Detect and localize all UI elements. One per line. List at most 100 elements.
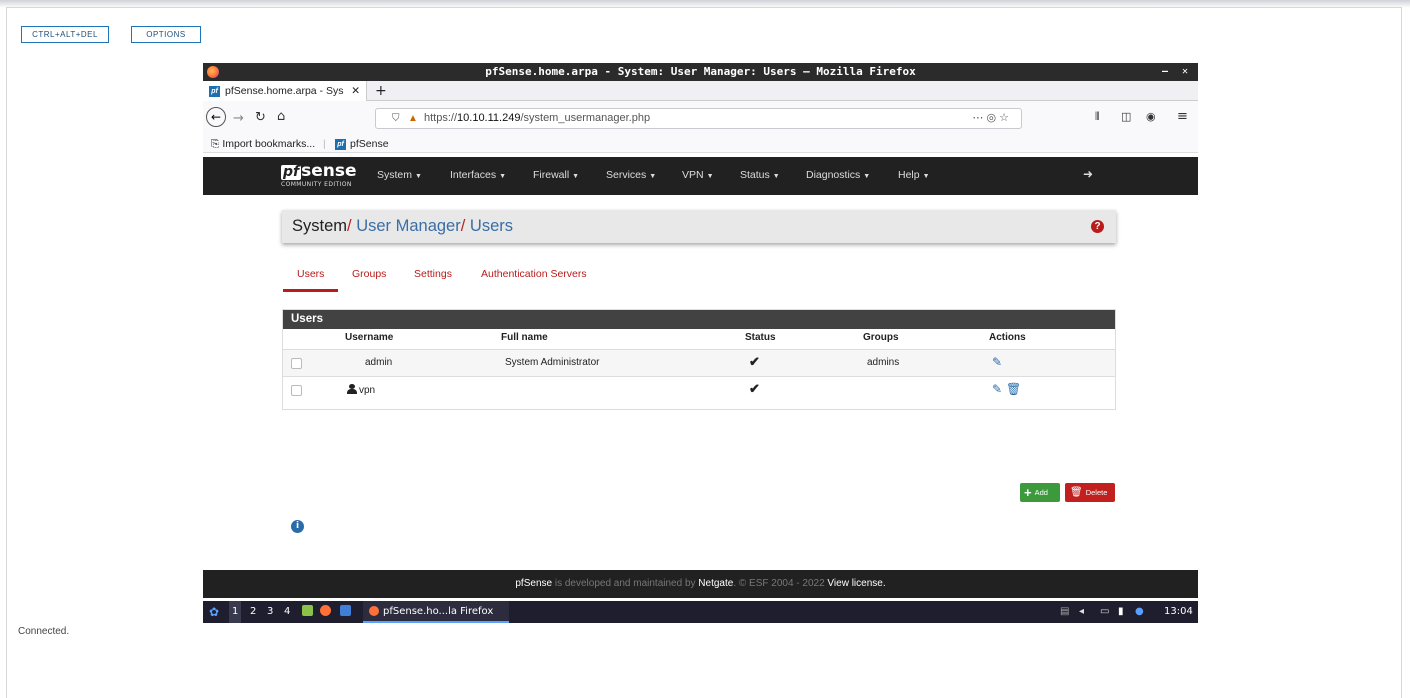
menu-interfaces[interactable]: Interfaces ▼ (450, 169, 506, 181)
menu-services[interactable]: Services ▼ (606, 169, 656, 181)
column-username: Username (345, 332, 394, 343)
pfsense-navbar: pf sense COMMUNITY EDITION System ▼ Interf… (203, 157, 1198, 195)
home-icon[interactable]: ⌂ (277, 109, 285, 124)
tray-display-icon[interactable]: ▭ (1100, 601, 1109, 623)
sidebar-icon[interactable]: ◫ (1121, 110, 1131, 123)
column-full-name: Full name (501, 332, 548, 343)
firefox-icon (207, 66, 219, 78)
workspace-3[interactable]: 3 (267, 601, 273, 623)
import-bookmarks-link[interactable]: ⎘ Import bookmarks... (211, 135, 315, 153)
bookmark-divider: | (323, 138, 326, 150)
row-checkbox[interactable] (291, 385, 302, 396)
status-check-icon: ✔ (749, 381, 760, 396)
edit-pencil-icon[interactable]: ✎ (992, 382, 1002, 396)
help-icon[interactable]: ? (1091, 220, 1104, 233)
tab-strip: pf pfSense.home.arpa - Sys ✕ + (203, 81, 1198, 101)
tab-authentication-servers[interactable]: Authentication Servers (481, 268, 587, 280)
footer-brand: pfSense (515, 578, 553, 589)
column-actions: Actions (989, 332, 1026, 343)
firefox-launcher-icon[interactable] (320, 601, 331, 623)
info-icon[interactable]: i (291, 520, 304, 533)
clock: 13:04 (1164, 606, 1193, 617)
workspace-2[interactable]: 2 (250, 601, 256, 623)
pfsense-bookmark-icon: pf (335, 139, 346, 150)
edit-pencil-icon[interactable]: ✎ (992, 355, 1002, 369)
add-user-button[interactable]: + Add (1020, 483, 1060, 502)
tray-notes-icon[interactable]: ▮ (1118, 601, 1124, 623)
library-icon[interactable]: ⫴ (1095, 110, 1100, 124)
footer: pfSense is developed and maintained by N… (203, 570, 1198, 598)
full-name-cell: System Administrator (505, 357, 600, 368)
workspace-1[interactable]: 1 (229, 601, 242, 623)
tray-updates-icon[interactable]: ● (1135, 601, 1144, 623)
browser-tab-title: pfSense.home.arpa - Sys (225, 85, 344, 97)
bookmarks-bar: ⎘ Import bookmarks... | pf pfSense (203, 135, 1198, 153)
tab-groups[interactable]: Groups (352, 268, 386, 280)
workspace-4[interactable]: 4 (284, 601, 290, 623)
tray-volume-icon[interactable]: ◂ (1079, 601, 1084, 623)
menu-status[interactable]: Status ▼ (740, 169, 780, 181)
row-checkbox[interactable] (291, 358, 302, 369)
trash-icon: 🗑 (1070, 487, 1083, 498)
browser-toolbar: ← → ↻ ⌂ ⛉ ▲ https://10.10.11.249/system_… (203, 101, 1198, 137)
reload-icon[interactable]: ↻ (255, 110, 266, 125)
menu-diagnostics[interactable]: Diagnostics ▼ (806, 169, 870, 181)
account-icon[interactable]: ◉ (1146, 110, 1156, 123)
menu-firewall[interactable]: Firewall ▼ (533, 169, 579, 181)
menu-icon[interactable]: ≡ (1177, 109, 1188, 124)
firefox-task-button[interactable]: pfSense.ho...la Firefox (363, 601, 509, 623)
status-check-icon: ✔ (749, 354, 760, 369)
table-row: vpn ✔ ✎ 🗑 (283, 376, 1115, 403)
plus-icon: + (1024, 485, 1032, 500)
users-panel: Users Username Full name Status Groups A… (282, 309, 1116, 410)
main-content: System/ User Manager/ Users ? Users Grou… (203, 195, 1198, 570)
tab-users[interactable]: Users (297, 268, 324, 280)
url-bar[interactable]: ⛉ ▲ https://10.10.11.249/system_usermana… (375, 108, 1022, 129)
pfsense-bookmark-link[interactable]: pfSense (350, 135, 389, 153)
options-button[interactable]: OPTIONS (131, 26, 201, 43)
active-tab-indicator (283, 289, 338, 292)
users-panel-heading: Users (283, 310, 1115, 329)
window-controls[interactable]: – ✕ (1162, 63, 1192, 81)
url-text: https://10.10.11.249/system_usermanager.… (424, 112, 651, 124)
tab-settings[interactable]: Settings (414, 268, 452, 280)
pfsense-favicon-icon: pf (209, 86, 220, 97)
netgate-link[interactable]: Netgate (698, 578, 733, 589)
username-cell: vpn (347, 384, 375, 396)
breadcrumb-user-manager[interactable]: User Manager (356, 217, 461, 235)
pfsense-logo[interactable]: pf sense COMMUNITY EDITION (281, 161, 357, 188)
close-tab-icon[interactable]: ✕ (351, 81, 360, 101)
connection-status: Connected. (18, 626, 70, 637)
browser-tab[interactable]: pf pfSense.home.arpa - Sys ✕ (203, 81, 367, 101)
window-titlebar: pfSense.home.arpa - System: User Manager… (203, 63, 1198, 81)
new-tab-icon[interactable]: + (375, 81, 387, 101)
table-row: admin System Administrator ✔ admins ✎ (283, 349, 1115, 376)
breadcrumb-users[interactable]: Users (470, 217, 513, 235)
menu-system[interactable]: System ▼ (377, 169, 422, 181)
firefox-task-icon (369, 606, 379, 616)
menu-vpn[interactable]: VPN ▼ (682, 169, 714, 181)
window-title: pfSense.home.arpa - System: User Manager… (485, 65, 916, 78)
remote-screen[interactable]: pfSense.home.arpa - System: User Manager… (203, 63, 1198, 623)
trash-icon[interactable]: 🗑 (1006, 382, 1021, 396)
start-menu-icon[interactable]: ✿ (209, 601, 219, 623)
terminal-icon[interactable] (340, 601, 351, 623)
column-status: Status (745, 332, 776, 343)
view-license-link[interactable]: View license. (827, 578, 885, 589)
breadcrumb-system: System (292, 217, 348, 235)
tray-battery-icon[interactable]: ▤ (1060, 601, 1069, 623)
page-actions-icon[interactable]: ⋯ ◎ ☆ (972, 109, 1009, 128)
groups-cell: admins (867, 357, 900, 368)
back-icon[interactable]: ← (206, 107, 226, 127)
shield-icon[interactable]: ⛉ (392, 109, 400, 128)
delete-users-button[interactable]: 🗑 Delete (1065, 483, 1115, 502)
lock-warning-icon[interactable]: ▲ (408, 109, 418, 128)
taskbar: ✿ 1 2 3 4 pfSense.ho...la Firefox ▤ ◂ ▭ … (203, 601, 1198, 623)
file-manager-icon[interactable] (302, 601, 313, 623)
column-groups: Groups (863, 332, 899, 343)
user-icon (347, 384, 357, 394)
ctrl-alt-del-button[interactable]: CTRL+ALT+DEL (21, 26, 109, 43)
menu-help[interactable]: Help ▼ (898, 169, 930, 181)
forward-icon[interactable]: → (233, 111, 244, 126)
logout-icon[interactable]: ➜ (1083, 167, 1093, 181)
